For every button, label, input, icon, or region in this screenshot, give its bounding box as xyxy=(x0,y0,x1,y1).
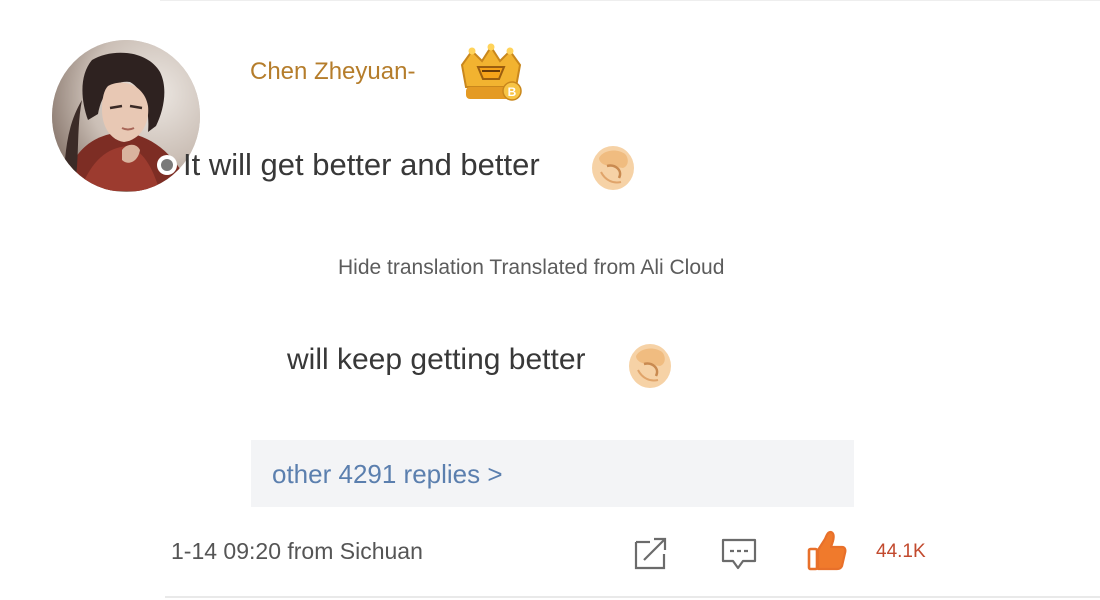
comment-text: It will get better and better xyxy=(183,147,540,182)
thumbs-up-icon[interactable] xyxy=(806,529,848,573)
top-divider xyxy=(160,0,1100,1)
comment-timestamp: 1-14 09:20 xyxy=(171,538,281,564)
view-replies-link[interactable]: other 4291 replies > xyxy=(272,459,503,490)
vip-crown-badge-icon: B xyxy=(452,43,530,105)
translated-text: will keep getting better xyxy=(287,343,586,376)
comment-icon[interactable] xyxy=(720,536,758,572)
username[interactable]: Chen Zheyuan- xyxy=(250,58,415,86)
svg-text:B: B xyxy=(508,85,517,99)
translation-bar: Hide translation Translated from Ali Clo… xyxy=(338,256,724,280)
avatar[interactable] xyxy=(52,40,200,192)
bottom-divider xyxy=(165,596,1100,598)
comment-card: Chen Zheyuan- B It will get better and b… xyxy=(0,0,1100,600)
share-icon[interactable] xyxy=(632,536,668,570)
like-count: 44.1K xyxy=(876,541,926,562)
fist-bump-icon xyxy=(624,338,676,392)
translation-source-label: Translated from Ali Cloud xyxy=(489,256,725,279)
replies-panel: other 4291 replies > xyxy=(251,440,854,507)
comment-meta: 1-14 09:20 from Sichuan xyxy=(171,538,423,565)
hide-translation-button[interactable]: Hide translation xyxy=(338,256,484,279)
fist-bump-icon xyxy=(587,140,639,194)
online-status-dot xyxy=(157,155,177,175)
comment-location: from Sichuan xyxy=(287,538,423,564)
